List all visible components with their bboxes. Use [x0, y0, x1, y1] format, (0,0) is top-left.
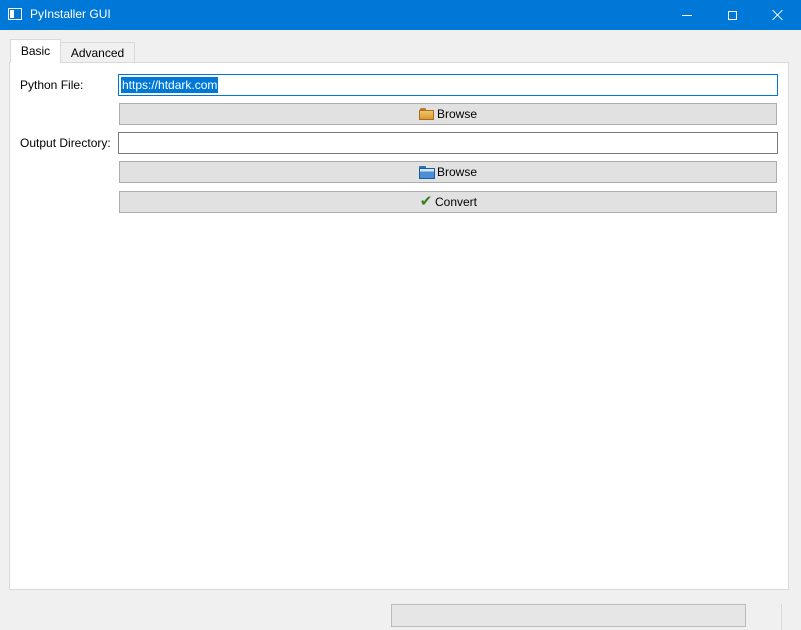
app-window-icon: [8, 8, 22, 20]
output-directory-label: Output Directory:: [20, 136, 111, 150]
window-title: PyInstaller GUI: [30, 7, 111, 21]
close-button[interactable]: [755, 0, 801, 30]
browse-output-directory-button[interactable]: Browse: [119, 161, 777, 183]
maximize-icon: [727, 10, 737, 20]
title-bar[interactable]: PyInstaller GUI: [0, 0, 801, 30]
browse-output-directory-label: Browse: [436, 165, 477, 179]
folder-open-icon: [418, 108, 435, 120]
python-file-input[interactable]: https://htdark.com: [118, 74, 778, 96]
maximize-button[interactable]: [709, 0, 755, 30]
browse-python-file-label: Browse: [436, 107, 477, 121]
convert-button[interactable]: ✔ Convert: [119, 191, 777, 213]
minimize-button[interactable]: [664, 0, 710, 30]
folder-icon: [418, 165, 435, 179]
basic-tab-panel: Python File: https://htdark.com Browse O…: [9, 62, 789, 590]
minimize-icon: [682, 14, 692, 16]
main-window: PyInstaller GUI Basic Advanced Python Fi…: [0, 0, 801, 630]
status-separator: [781, 604, 782, 630]
check-icon: ✔: [419, 193, 433, 210]
python-file-input-value: https://htdark.com: [121, 77, 219, 93]
progress-bar: [391, 604, 746, 627]
tab-basic[interactable]: Basic: [10, 39, 61, 63]
python-file-label: Python File:: [20, 78, 84, 92]
browse-python-file-button[interactable]: Browse: [119, 103, 777, 125]
output-directory-input[interactable]: [118, 132, 778, 154]
tab-advanced[interactable]: Advanced: [61, 42, 135, 63]
close-icon: [772, 9, 784, 21]
convert-label: Convert: [434, 195, 478, 209]
